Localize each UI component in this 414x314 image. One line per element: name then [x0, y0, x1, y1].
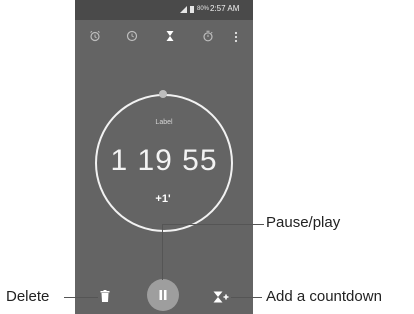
progress-indicator-dot	[159, 90, 167, 98]
status-time: 2:57 AM	[210, 4, 240, 13]
pause-play-callout-line-horizontal	[162, 224, 264, 225]
tab-timer[interactable]	[164, 30, 176, 42]
trash-icon[interactable]	[100, 289, 110, 302]
tab-alarm[interactable]	[89, 30, 101, 42]
tab-clock[interactable]	[126, 30, 138, 42]
battery-percentage: 80%	[197, 6, 210, 12]
pause-play-callout-line	[162, 224, 163, 280]
phone-screen: 80% 2:57 AM Label 1 19 55 +1'	[75, 0, 253, 314]
add-timer-icon[interactable]	[213, 290, 229, 303]
clock-icon	[126, 30, 138, 42]
pause-play-callout: Pause/play	[266, 214, 341, 231]
status-bar: 80% 2:57 AM	[75, 0, 253, 20]
more-vert-icon[interactable]	[234, 30, 238, 43]
add-countdown-callout: Add a countdown	[266, 288, 382, 305]
pause-icon	[159, 290, 167, 300]
delete-callout-line	[64, 297, 98, 298]
add-countdown-callout-line	[231, 297, 262, 298]
signal-icon	[180, 6, 187, 13]
timer-display: 1 19 55	[110, 144, 218, 177]
timer-icon	[166, 31, 174, 41]
add-one-minute-button[interactable]: +1'	[145, 193, 181, 205]
tab-stopwatch[interactable]	[202, 30, 214, 42]
stopwatch-icon	[203, 30, 213, 42]
pause-play-button[interactable]	[147, 279, 179, 311]
delete-callout: Delete	[6, 288, 50, 305]
alarm-icon	[90, 30, 100, 42]
battery-icon	[190, 6, 194, 13]
timer-label[interactable]: Label	[149, 119, 179, 126]
